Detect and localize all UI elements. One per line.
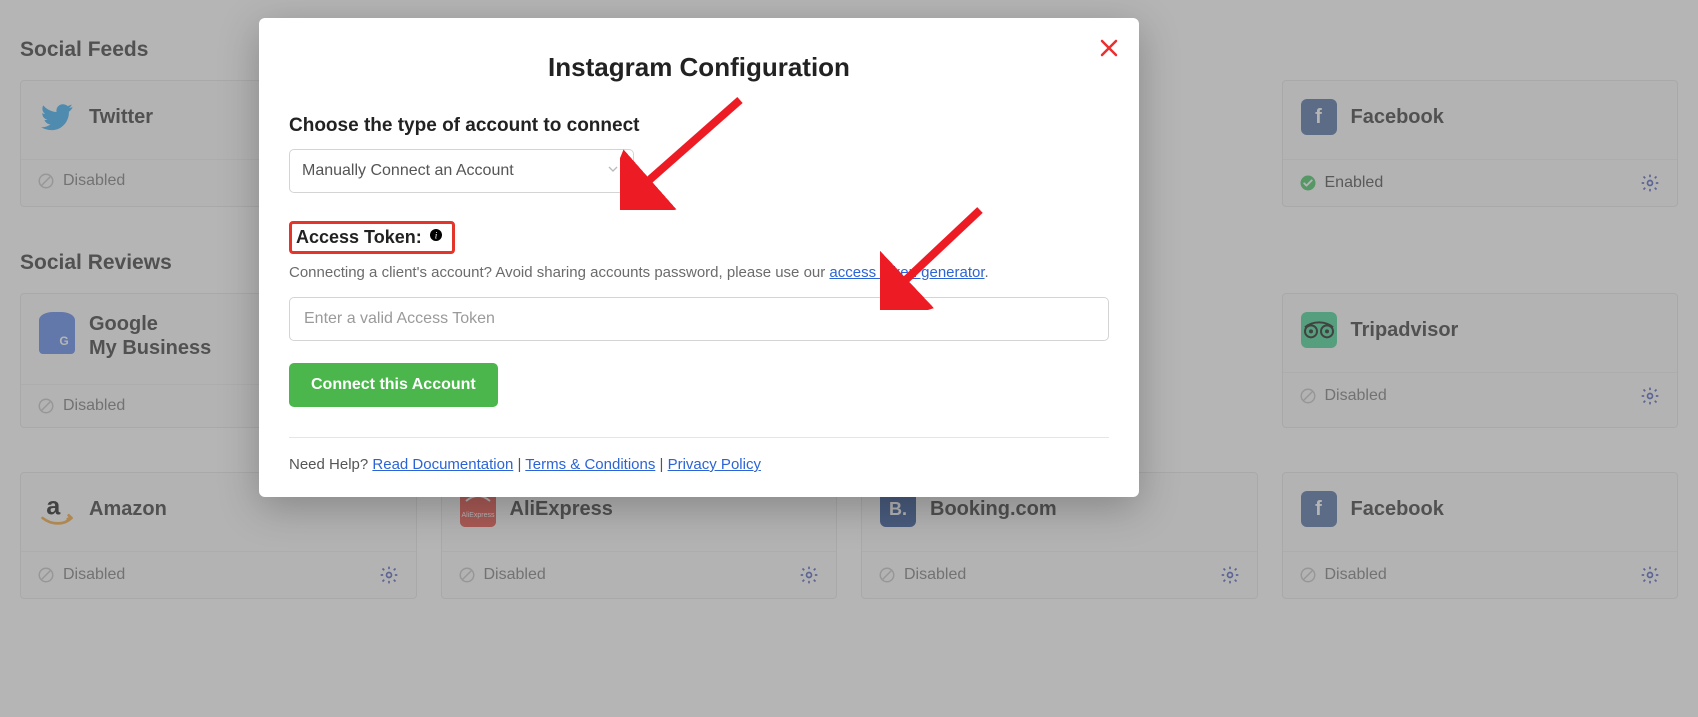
terms-link[interactable]: Terms & Conditions	[525, 456, 655, 473]
svg-text:i: i	[434, 231, 437, 241]
access-token-hint: Connecting a client's account? Avoid sha…	[289, 264, 1109, 281]
instagram-config-modal: Instagram Configuration Choose the type …	[259, 18, 1139, 497]
read-documentation-link[interactable]: Read Documentation	[372, 456, 513, 473]
info-icon[interactable]: i	[428, 227, 444, 248]
privacy-link[interactable]: Privacy Policy	[668, 456, 761, 473]
modal-title: Instagram Configuration	[259, 18, 1139, 93]
select-value: Manually Connect an Account	[302, 162, 514, 180]
access-token-label: Access Token:	[296, 227, 422, 248]
page-root: Social Feeds Twitter	[0, 0, 1698, 717]
connect-account-button[interactable]: Connect this Account	[289, 363, 498, 407]
modal-footer: Need Help? Read Documentation | Terms & …	[289, 437, 1109, 473]
access-token-highlight: Access Token: i	[289, 221, 455, 254]
choose-account-label: Choose the type of account to connect	[289, 115, 1109, 137]
chevron-down-icon	[605, 161, 621, 182]
access-token-input[interactable]	[289, 297, 1109, 341]
close-icon[interactable]	[1097, 36, 1121, 65]
account-type-select[interactable]: Manually Connect an Account	[289, 149, 634, 193]
token-generator-link[interactable]: access token generator	[829, 264, 984, 281]
